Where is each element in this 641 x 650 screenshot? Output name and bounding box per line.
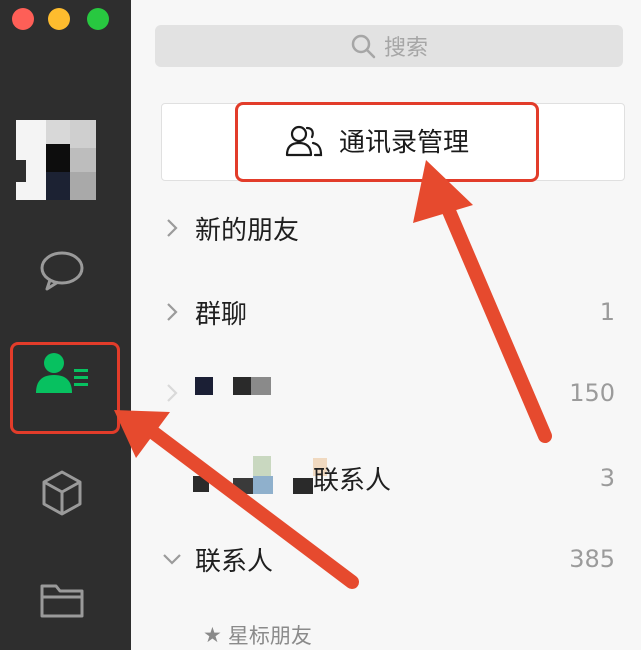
list-item-starred[interactable]: ★ 星标朋友: [203, 620, 312, 650]
list-item-label: 联系人: [195, 546, 274, 577]
list-item-label: 联系人: [313, 465, 392, 496]
list-item-label: 群聊: [195, 299, 248, 330]
list-item-new-friends[interactable]: 新的朋友: [161, 208, 625, 248]
star-icon: ★: [203, 623, 222, 647]
avatar[interactable]: [16, 120, 96, 200]
list-item-label: 星标朋友: [227, 624, 312, 648]
list-item-redacted-contacts[interactable]: 联系人 3: [161, 456, 625, 498]
list-item-groups[interactable]: 群聊 1: [161, 292, 625, 332]
redacted-block: [195, 377, 213, 395]
close-window-button[interactable]: [12, 8, 34, 30]
search-icon: [351, 34, 376, 59]
search-input[interactable]: 搜索: [155, 25, 623, 67]
list-item-count: 385: [569, 545, 615, 573]
list-item-count: 150: [569, 379, 615, 407]
list-item-contacts[interactable]: 联系人 385: [161, 539, 625, 579]
chevron-right-icon: [167, 384, 178, 402]
contacts-panel: 搜索 通讯录管理 新的朋友 群聊 1 150 联系人 3 联系人 385 ★ 星…: [131, 0, 641, 650]
list-item-redacted[interactable]: 150: [161, 373, 625, 413]
chevron-right-icon: [167, 303, 178, 321]
list-item-count: 1: [599, 298, 615, 326]
minimize-window-button[interactable]: [48, 8, 70, 30]
redacted-block: [193, 476, 209, 492]
chevron-right-icon: [167, 219, 178, 237]
cube-icon[interactable]: [34, 468, 90, 518]
redacted-block: [293, 478, 313, 494]
list-item-count: 3: [599, 464, 615, 492]
redacted-block: [233, 478, 253, 494]
redacted-block: [253, 456, 271, 476]
zoom-window-button[interactable]: [87, 8, 109, 30]
sidebar: [0, 0, 131, 650]
manage-highlight-box: [235, 102, 539, 182]
redacted-block: [253, 476, 273, 494]
folder-icon[interactable]: [34, 575, 90, 625]
redacted-block: [251, 377, 271, 395]
chat-icon[interactable]: [34, 245, 90, 295]
chevron-down-icon: [163, 554, 181, 565]
contacts-highlight-box: [10, 342, 120, 434]
redacted-block: [233, 377, 251, 395]
search-placeholder: 搜索: [383, 36, 428, 61]
list-item-label: 新的朋友: [195, 215, 300, 246]
